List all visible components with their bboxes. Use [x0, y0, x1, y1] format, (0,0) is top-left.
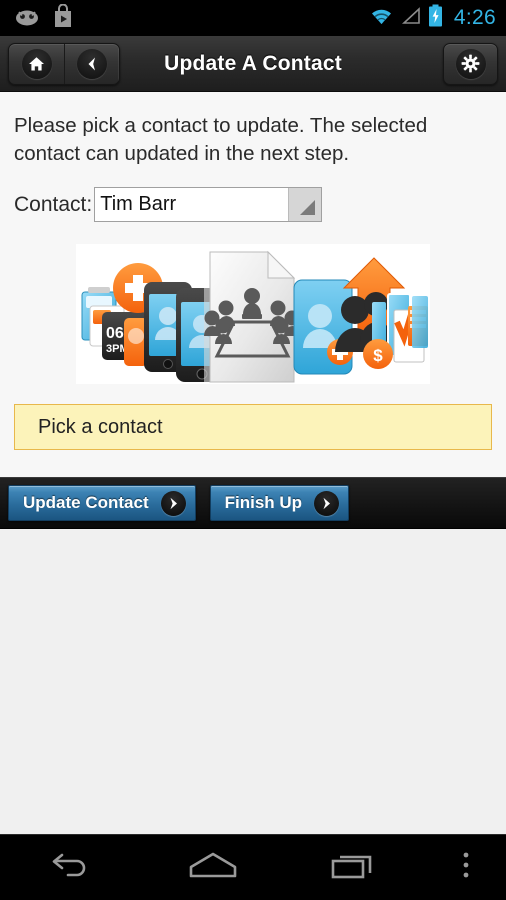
- home-button[interactable]: [9, 44, 64, 84]
- chevron-left-icon: [77, 48, 107, 79]
- dropdown-triangle-icon[interactable]: [288, 188, 322, 222]
- home-icon: [21, 48, 52, 79]
- contact-select[interactable]: Tim Barr: [94, 187, 323, 223]
- status-bar-clock: 4:26: [453, 6, 496, 29]
- action-bar-nav-group: [8, 42, 120, 85]
- banner-image-wrap: 06 3PM $: [14, 244, 492, 385]
- home-outline-icon: [186, 850, 240, 885]
- status-bar-system-icons: 4:26: [369, 4, 496, 32]
- overflow-menu-icon: [461, 850, 471, 885]
- nav-overflow-menu-button[interactable]: [425, 850, 506, 885]
- instruction-text: Please pick a contact to update. The sel…: [14, 114, 428, 165]
- back-arrow-icon: [48, 850, 93, 885]
- nav-back-button[interactable]: [0, 850, 142, 885]
- system-navigation-bar: [0, 834, 506, 900]
- svg-text:06: 06: [106, 325, 124, 342]
- status-bar-notifications: [14, 3, 74, 33]
- android-screen: 4:26 Update A Contact Please pick a cont…: [0, 0, 506, 900]
- empty-page-area: [0, 529, 506, 834]
- chevron-right-icon: [160, 490, 186, 516]
- nav-recents-button[interactable]: [283, 849, 425, 886]
- nav-home-button[interactable]: [142, 850, 284, 885]
- finish-up-button[interactable]: Finish Up: [209, 485, 350, 522]
- back-button[interactable]: [64, 43, 119, 84]
- action-bar: Update A Contact: [0, 36, 506, 92]
- finish-up-button-label: Finish Up: [224, 493, 303, 513]
- action-button-bar: Update Contact Finish Up: [0, 477, 506, 530]
- cell-signal-icon: [400, 6, 422, 31]
- wifi-icon: [369, 6, 394, 31]
- settings-button[interactable]: [443, 42, 498, 85]
- chevron-right-icon: [314, 490, 340, 516]
- contact-label: Contact:: [14, 192, 93, 216]
- status-notice: Pick a contact: [14, 404, 492, 451]
- play-store-icon: [52, 3, 74, 33]
- contact-field-row: Contact: Tim Barr: [14, 187, 492, 223]
- main-content: Please pick a contact to update. The sel…: [0, 92, 506, 478]
- recents-icon: [329, 849, 379, 886]
- battery-charging-icon: [428, 4, 443, 32]
- banner-image: 06 3PM $: [76, 244, 430, 385]
- update-contact-button-label: Update Contact: [23, 493, 149, 513]
- gear-icon: [455, 48, 486, 79]
- svg-text:$: $: [373, 346, 383, 365]
- status-bar: 4:26: [0, 0, 506, 36]
- contact-select-value: Tim Barr: [100, 193, 177, 216]
- update-contact-button[interactable]: Update Contact: [8, 485, 196, 522]
- android-robot-icon: [14, 6, 40, 31]
